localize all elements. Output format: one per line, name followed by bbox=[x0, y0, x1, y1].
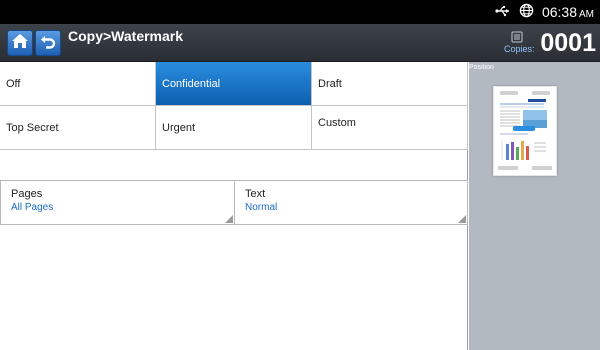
preview-panel: Position bbox=[469, 62, 600, 350]
option-draft[interactable]: Draft bbox=[312, 62, 468, 106]
text-dropdown[interactable]: Text Normal bbox=[234, 180, 468, 225]
pages-label: Pages bbox=[11, 188, 43, 200]
home-icon bbox=[11, 33, 29, 54]
option-confidential[interactable]: Confidential bbox=[156, 62, 312, 106]
status-bar: 06:38 AM bbox=[0, 0, 600, 24]
back-arrow-icon bbox=[39, 33, 57, 54]
copies-count[interactable]: 0001 bbox=[540, 29, 596, 58]
text-value: Normal bbox=[245, 202, 278, 213]
option-urgent[interactable]: Urgent bbox=[156, 106, 312, 150]
usb-icon bbox=[495, 5, 511, 20]
dropdown-corner-icon bbox=[458, 215, 466, 223]
option-off[interactable]: Off bbox=[0, 62, 156, 106]
text-label: Text bbox=[245, 188, 266, 200]
home-button[interactable] bbox=[7, 30, 33, 56]
option-custom[interactable]: Custom bbox=[312, 106, 468, 150]
clock-time: 06:38 AM bbox=[541, 4, 594, 20]
copies-label: Copies: bbox=[504, 44, 535, 54]
dropdown-corner-icon bbox=[225, 215, 233, 223]
header-bar: Copy>Watermark Copies: 0001 bbox=[0, 24, 600, 62]
option-top-secret[interactable]: Top Secret bbox=[0, 106, 156, 150]
page-title: Copy>Watermark bbox=[68, 28, 184, 44]
pages-value: All Pages bbox=[11, 202, 54, 213]
globe-icon bbox=[519, 3, 534, 21]
pages-dropdown[interactable]: Pages All Pages bbox=[0, 180, 235, 225]
back-button[interactable] bbox=[35, 30, 61, 56]
watermark-options-panel: Off Confidential Draft Top Secret Urgent… bbox=[0, 62, 468, 350]
document-preview-thumbnail[interactable] bbox=[493, 86, 557, 176]
position-label: Position bbox=[469, 64, 494, 71]
